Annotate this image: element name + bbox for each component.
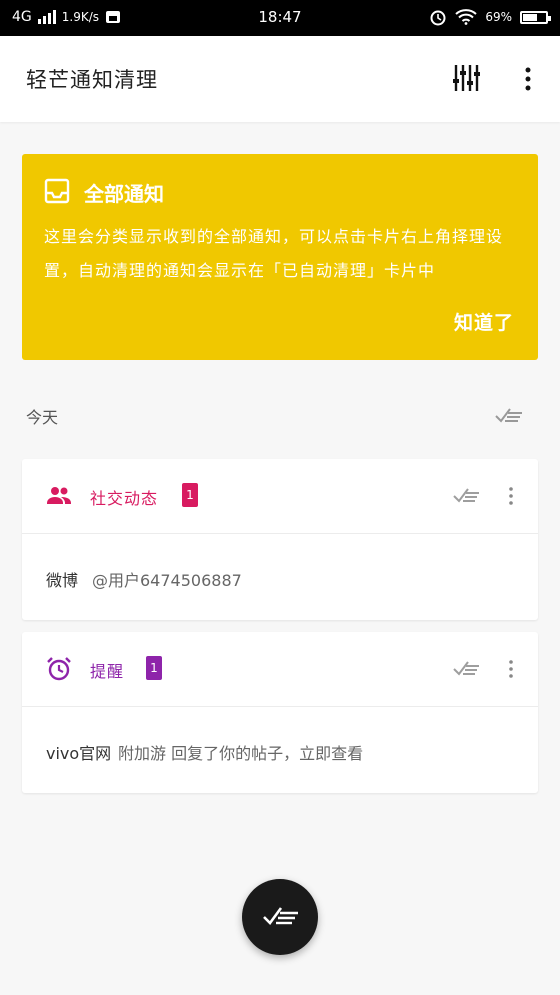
banner-title: 全部通知 (84, 182, 164, 206)
app-bar: 轻芒通知清理 (0, 36, 560, 122)
clear-all-icon[interactable] (452, 487, 480, 505)
more-vert-icon[interactable] (506, 485, 516, 507)
notification-item[interactable]: 微博 @用户6474506887 (22, 534, 538, 620)
alarm-icon (47, 657, 71, 681)
notification-app: vivo官网 (46, 744, 112, 763)
card-header: 社交动态 1 (22, 459, 538, 534)
info-banner: 全部通知 这里会分类显示收到的全部通知，可以点击卡片右上角择理设置，自动清理的通… (22, 154, 538, 360)
notification-app: 微博 (46, 571, 79, 590)
section-header-today: 今天 (26, 408, 59, 427)
card-label: 提醒 (90, 662, 125, 681)
more-vert-icon[interactable] (506, 658, 516, 680)
got-it-button[interactable]: 知道了 (454, 308, 514, 335)
people-icon (47, 487, 71, 504)
battery-percent: 69% (485, 10, 512, 24)
more-vert-icon[interactable] (520, 66, 536, 92)
notification-card-reminder: 提醒 1 vivo官网 附加游 回复了你的帖子，立即查看 (22, 632, 538, 793)
wifi-icon (455, 9, 477, 25)
clear-all-icon[interactable] (452, 660, 480, 678)
clear-all-icon[interactable] (494, 406, 524, 426)
app-title: 轻芒通知清理 (26, 68, 158, 92)
alarm-status-icon (430, 10, 446, 26)
notification-message: 附加游 回复了你的帖子，立即查看 (118, 744, 364, 763)
battery-icon (520, 10, 551, 24)
count-badge: 1 (182, 483, 198, 507)
status-right: 69% (429, 8, 551, 26)
tune-icon[interactable] (450, 62, 482, 94)
notification-card-social: 社交动态 1 微博 @用户6474506887 (22, 459, 538, 620)
notification-message: @用户6474506887 (92, 571, 242, 590)
clear-all-icon (263, 907, 298, 925)
inbox-icon (44, 178, 70, 204)
clear-all-fab[interactable] (242, 879, 318, 955)
banner-body: 这里会分类显示收到的全部通知，可以点击卡片右上角择理设置，自动清理的通知会显示在… (44, 227, 504, 280)
card-header: 提醒 1 (22, 632, 538, 707)
notification-item[interactable]: vivo官网 附加游 回复了你的帖子，立即查看 (22, 707, 538, 793)
count-badge: 1 (146, 656, 162, 680)
status-bar: 4G 1.9K/s 18:47 69% (0, 0, 560, 36)
card-label: 社交动态 (90, 489, 159, 508)
